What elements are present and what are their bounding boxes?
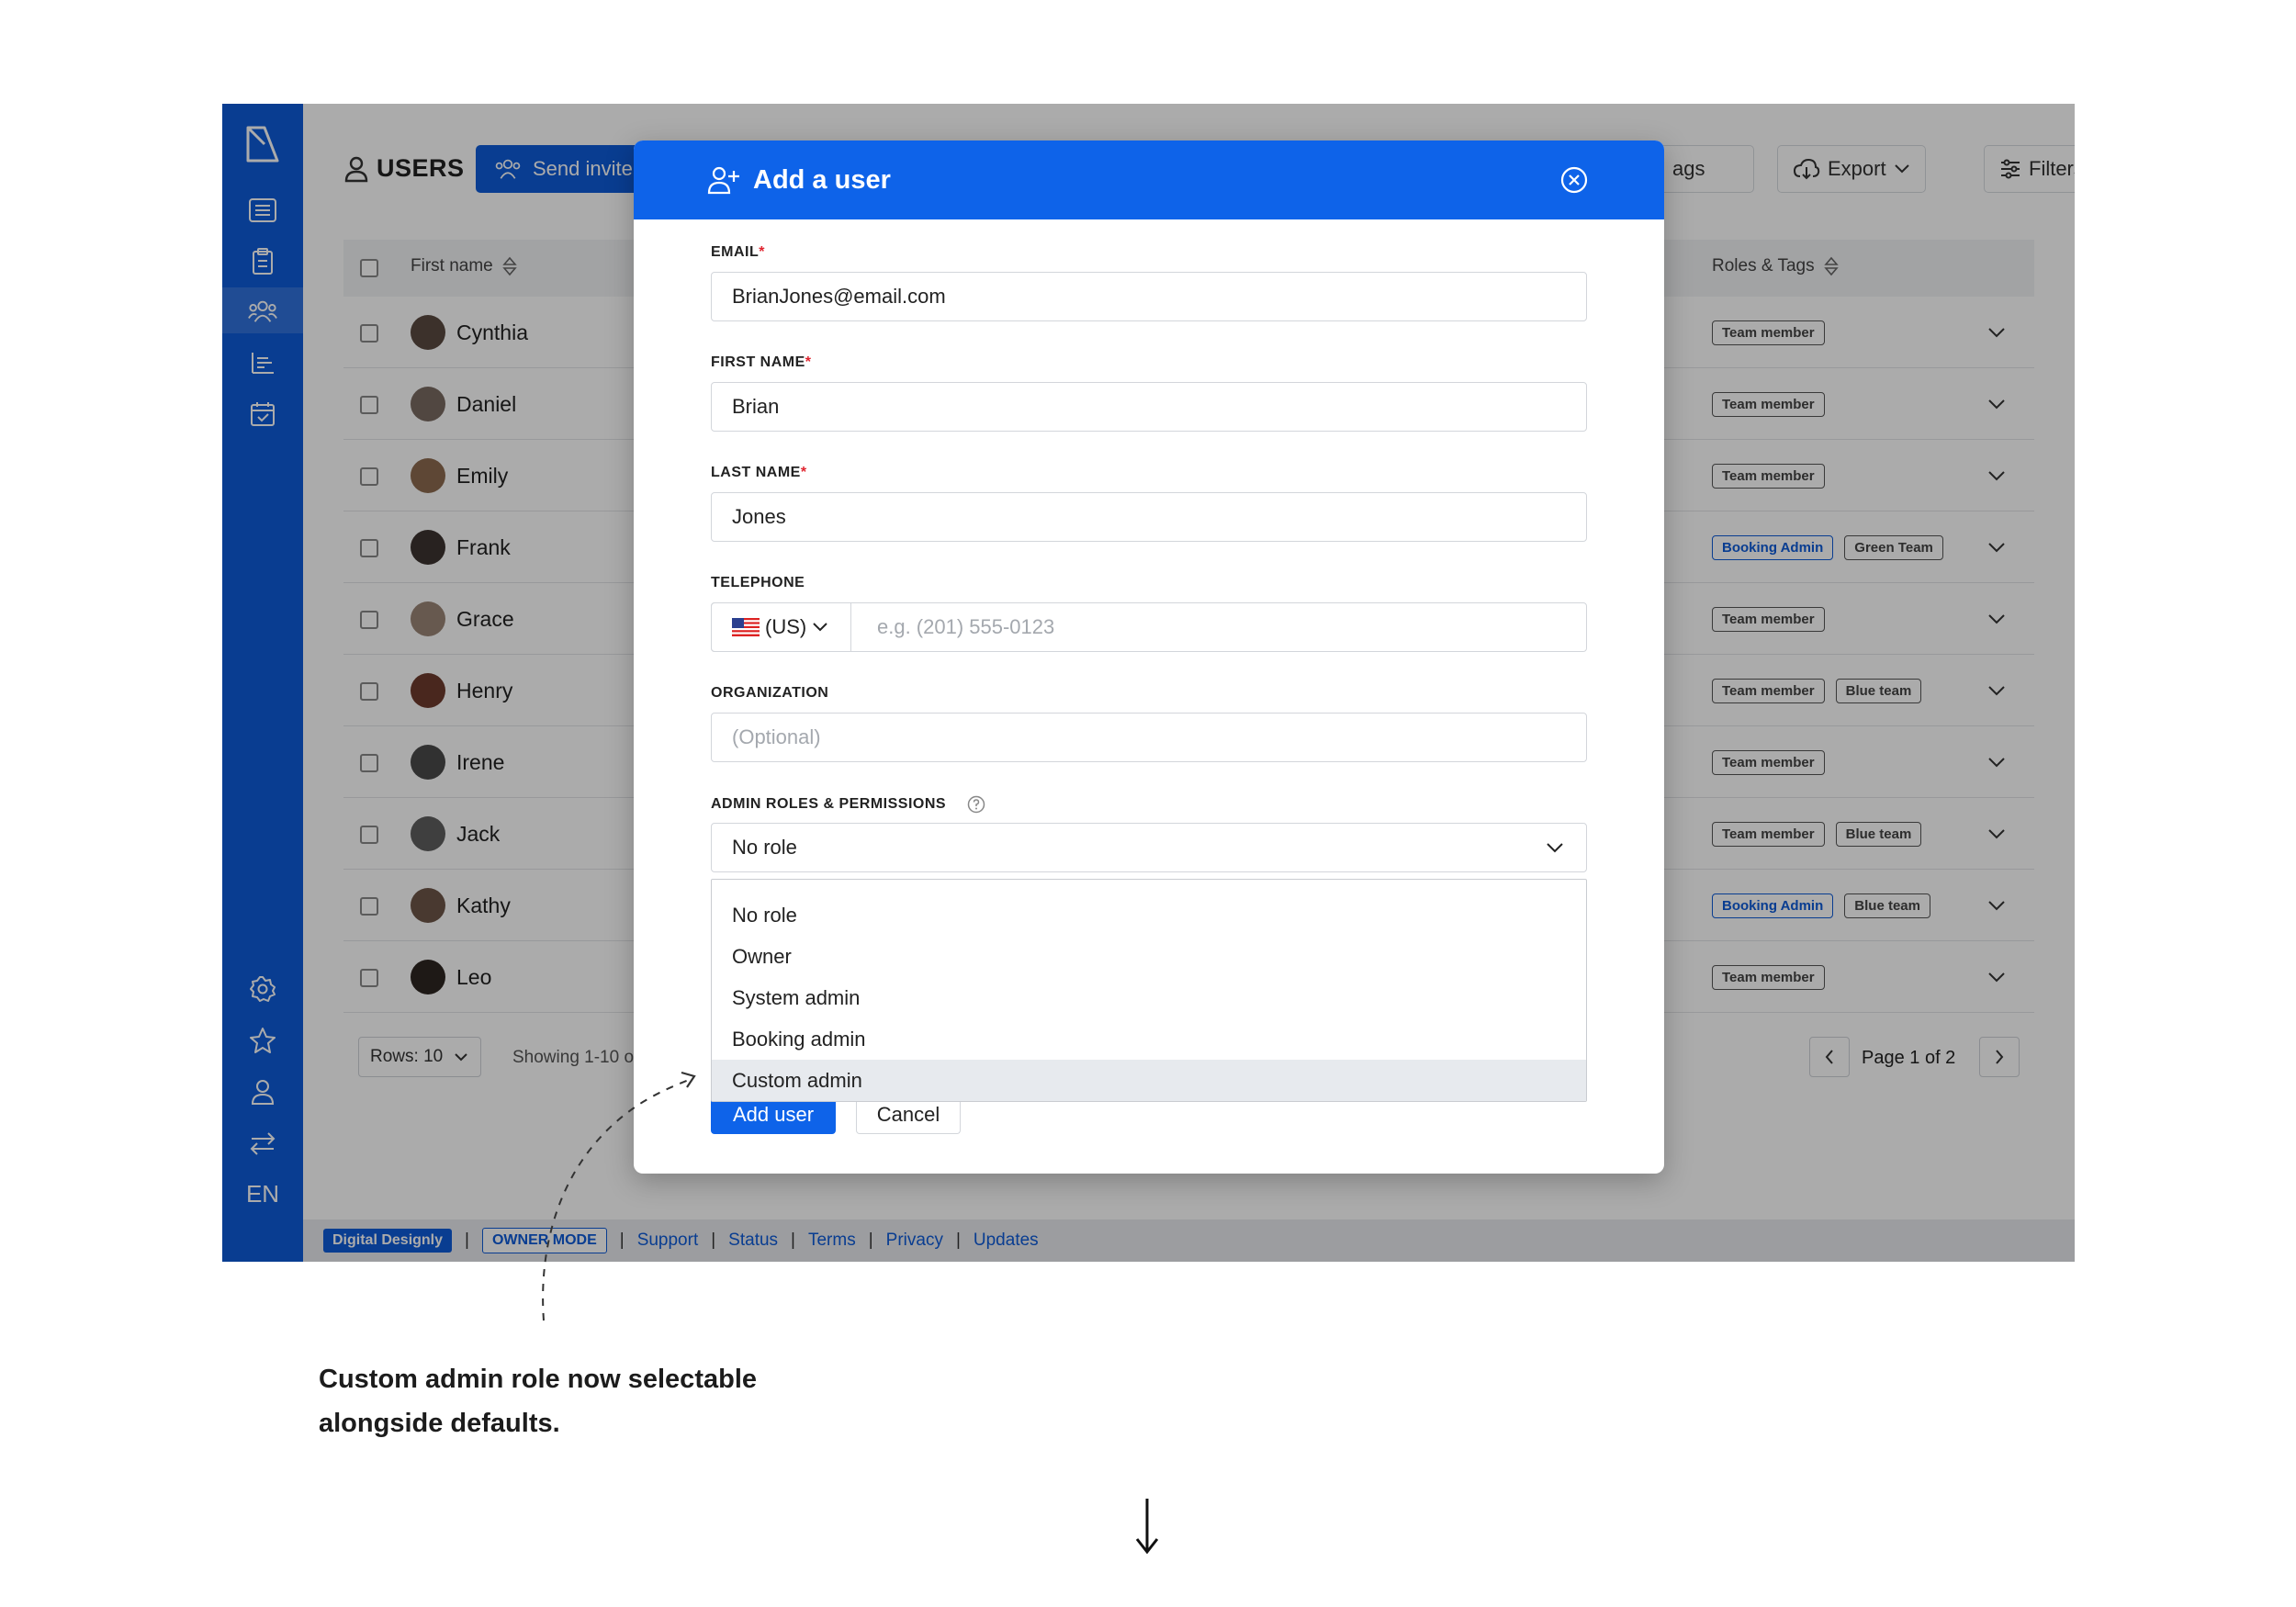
admin-roles-select[interactable]: No role bbox=[711, 823, 1587, 872]
required-marker: * bbox=[805, 354, 812, 370]
admin-roles-label: ADMIN ROLES & PERMISSIONS bbox=[711, 795, 985, 814]
role-option-booking-admin[interactable]: Booking admin bbox=[712, 1018, 1586, 1060]
modal-header: Add a user bbox=[634, 140, 1664, 219]
first-name-field[interactable]: Brian bbox=[711, 382, 1587, 432]
role-option-no-role[interactable]: No role bbox=[712, 894, 1586, 936]
last-name-label: LAST NAME* bbox=[711, 465, 807, 481]
telephone-label: TELEPHONE bbox=[711, 575, 805, 590]
role-option-owner[interactable]: Owner bbox=[712, 936, 1586, 977]
help-icon[interactable] bbox=[967, 795, 985, 814]
email-label: EMAIL* bbox=[711, 244, 765, 261]
modal-title: Add a user bbox=[753, 164, 891, 195]
role-option-custom-admin[interactable]: Custom admin bbox=[712, 1060, 1586, 1101]
organization-field[interactable]: (Optional) bbox=[711, 713, 1587, 762]
annotation-caption: Custom admin role now selectable alongsi… bbox=[319, 1357, 870, 1445]
close-icon[interactable] bbox=[1559, 165, 1589, 195]
organization-label: ORGANIZATION bbox=[711, 685, 829, 701]
country-code-select[interactable]: (US) bbox=[711, 602, 851, 652]
required-marker: * bbox=[800, 465, 807, 480]
first-name-label-text: FIRST NAME bbox=[711, 354, 805, 370]
annotation-line-2: alongside defaults. bbox=[319, 1409, 560, 1438]
annotation-line-1: Custom admin role now selectable bbox=[319, 1365, 757, 1394]
first-name-label: FIRST NAME* bbox=[711, 354, 812, 371]
last-name-field[interactable]: Jones bbox=[711, 492, 1587, 542]
us-flag-icon bbox=[732, 618, 760, 636]
add-user-modal: Add a user EMAIL* BrianJones@email.com F… bbox=[634, 140, 1664, 1174]
country-code-label: (US) bbox=[765, 615, 807, 638]
admin-roles-label-text: ADMIN ROLES & PERMISSIONS bbox=[711, 796, 947, 813]
down-arrow-icon bbox=[1135, 1499, 1159, 1555]
add-user-icon bbox=[707, 166, 739, 195]
role-option-system-admin[interactable]: System admin bbox=[712, 977, 1586, 1018]
required-marker: * bbox=[759, 244, 766, 260]
admin-roles-selected: No role bbox=[732, 836, 797, 859]
roles-dropdown-menu: No role Owner System admin Booking admin… bbox=[711, 879, 1587, 1102]
email-field[interactable]: BrianJones@email.com bbox=[711, 272, 1587, 321]
chevron-down-icon bbox=[813, 623, 827, 632]
chevron-down-icon bbox=[1547, 843, 1563, 853]
last-name-label-text: LAST NAME bbox=[711, 465, 801, 480]
email-label-text: EMAIL bbox=[711, 244, 760, 260]
